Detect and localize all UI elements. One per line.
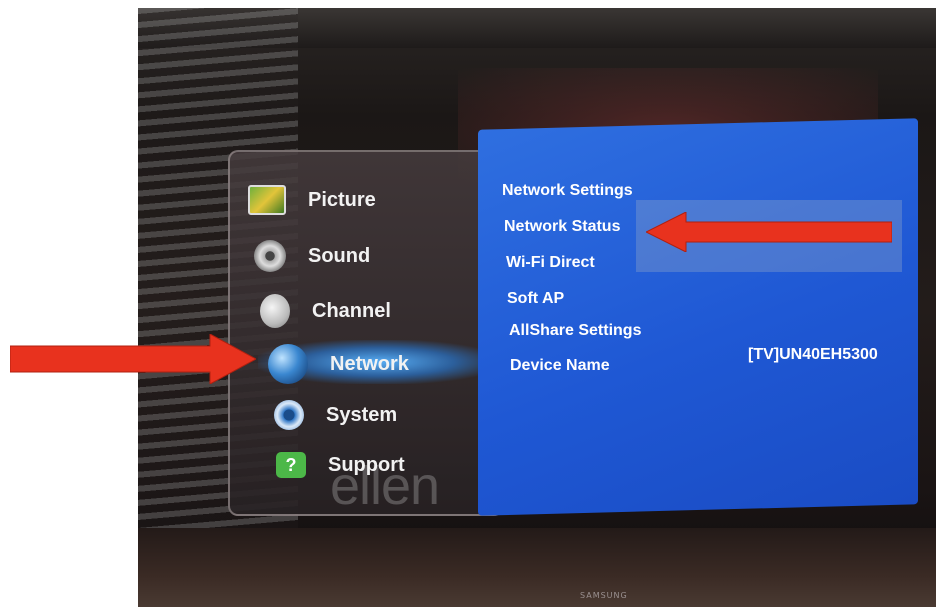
menu-item-support[interactable]: ? Support (276, 452, 405, 478)
menu-item-label: Support (328, 453, 405, 476)
submenu-item-network-settings[interactable]: Network Settings (502, 182, 633, 200)
menu-item-label: Sound (308, 244, 371, 267)
device-name-value: [TV]UN40EH5300 (748, 346, 878, 363)
submenu-item-device-name[interactable]: Device Name (510, 357, 610, 375)
menu-item-label: Picture (308, 188, 376, 211)
network-icon (268, 344, 308, 384)
support-icon: ? (276, 452, 306, 478)
tv-bottom-bezel (138, 528, 936, 607)
menu-item-system[interactable]: System (274, 400, 397, 430)
arrow-left-icon (646, 212, 892, 252)
submenu-item-soft-ap[interactable]: Soft AP (507, 290, 564, 308)
channel-icon (260, 294, 290, 328)
brand-logo: SAMSUNG (580, 591, 628, 600)
menu-item-network[interactable]: Network (268, 344, 409, 384)
menu-item-label: Channel (312, 299, 391, 322)
network-submenu (478, 118, 918, 516)
menu-item-channel[interactable]: Channel (260, 294, 391, 328)
menu-item-label: Network (330, 352, 409, 375)
submenu-item-network-status[interactable]: Network Status (504, 218, 620, 236)
submenu-item-allshare-settings[interactable]: AllShare Settings (509, 322, 641, 340)
sound-icon (254, 240, 286, 272)
menu-item-picture[interactable]: Picture (248, 185, 376, 215)
picture-icon (248, 185, 286, 215)
system-icon (274, 400, 304, 430)
submenu-item-wifi-direct[interactable]: Wi-Fi Direct (506, 254, 595, 272)
menu-item-sound[interactable]: Sound (254, 240, 370, 272)
menu-item-label: System (326, 403, 398, 426)
arrow-right-icon (10, 334, 256, 384)
